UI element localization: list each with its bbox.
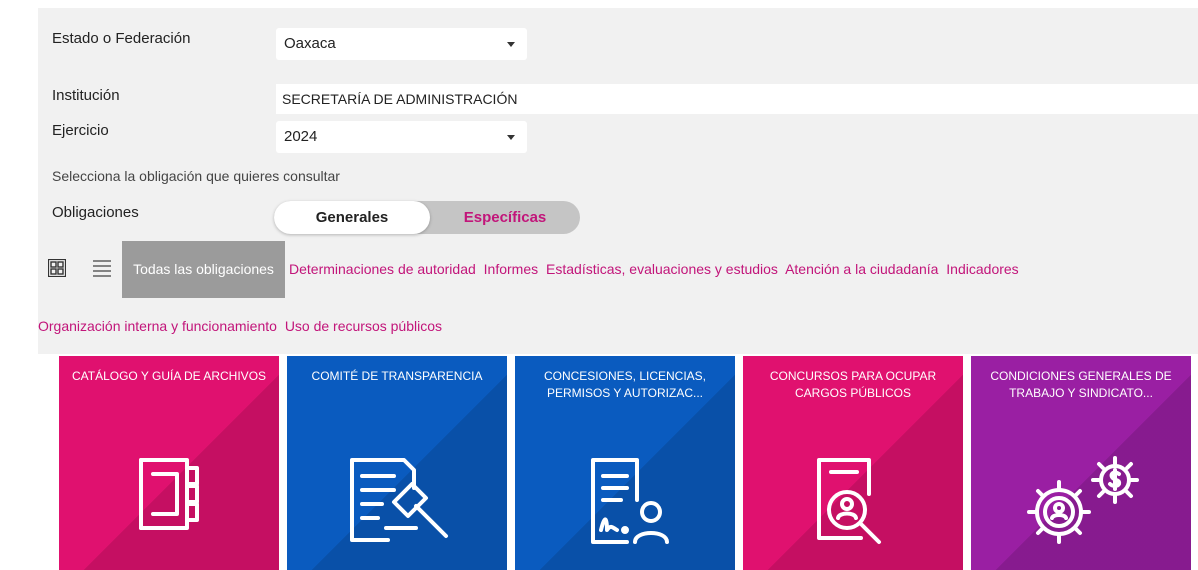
obligation-card[interactable]: CATÁLOGO Y GUÍA DE ARCHIVOS bbox=[59, 356, 279, 570]
obligation-card[interactable]: CONCESIONES, LICENCIAS, PERMISOS Y AUTOR… bbox=[515, 356, 735, 570]
card-title: CONCESIONES, LICENCIAS, PERMISOS Y AUTOR… bbox=[543, 369, 707, 400]
institucion-value: SECRETARÍA DE ADMINISTRACIÓN bbox=[282, 91, 518, 107]
category-tabs-row2: Organización interna y funcionamiento Us… bbox=[38, 318, 446, 334]
obligation-card[interactable]: CONDICIONES GENERALES DE TRABAJO Y SINDI… bbox=[971, 356, 1191, 570]
tab-uso-recursos[interactable]: Uso de recursos públicos bbox=[285, 318, 442, 334]
toggle-generales[interactable]: Generales bbox=[274, 201, 430, 234]
list-view-icon[interactable] bbox=[93, 259, 111, 277]
ejercicio-select[interactable]: 2024 bbox=[276, 121, 527, 153]
document-signature-user-icon bbox=[591, 458, 669, 544]
institucion-label: Institución bbox=[52, 87, 120, 104]
card-title: CATÁLOGO Y GUÍA DE ARCHIVOS bbox=[71, 369, 267, 383]
tab-organizacion-interna[interactable]: Organización interna y funcionamiento bbox=[38, 318, 277, 334]
instruction-text: Selecciona la obligación que quieres con… bbox=[52, 168, 340, 184]
estado-select[interactable]: Oaxaca bbox=[276, 28, 527, 60]
document-gavel-icon bbox=[350, 458, 448, 542]
obligation-card[interactable]: CONCURSOS PARA OCUPAR CARGOS PÚBLICOS bbox=[743, 356, 963, 570]
card-title: COMITÉ DE TRANSPARENCIA bbox=[311, 369, 483, 383]
tab-determinaciones[interactable]: Determinaciones de autoridad bbox=[289, 261, 476, 277]
card-title: CONCURSOS PARA OCUPAR CARGOS PÚBLICOS bbox=[769, 369, 937, 400]
tab-todas-las-obligaciones[interactable]: Todas las obligaciones bbox=[122, 241, 285, 298]
institucion-field[interactable]: SECRETARÍA DE ADMINISTRACIÓN bbox=[276, 84, 1198, 114]
chevron-down-icon bbox=[507, 135, 515, 140]
obligaciones-toggle[interactable]: Generales Específicas bbox=[274, 201, 580, 234]
toggle-especificas[interactable]: Específicas bbox=[430, 201, 580, 234]
obligaciones-label: Obligaciones bbox=[52, 204, 139, 221]
tab-atencion-ciudadania[interactable]: Atención a la ciudadanía bbox=[785, 261, 938, 277]
card-title: CONDICIONES GENERALES DE TRABAJO Y SINDI… bbox=[990, 369, 1172, 400]
gears-money-icon bbox=[1027, 456, 1139, 544]
estado-label: Estado o Federación bbox=[52, 30, 191, 47]
document-search-user-icon bbox=[817, 458, 881, 544]
tab-estadisticas[interactable]: Estadísticas, evaluaciones y estudios bbox=[546, 261, 778, 277]
tab-informes[interactable]: Informes bbox=[484, 261, 538, 277]
obligation-card[interactable]: COMITÉ DE TRANSPARENCIA bbox=[287, 356, 507, 570]
category-tabs-row1: Determinaciones de autoridad Informes Es… bbox=[289, 261, 1023, 277]
tab-indicadores[interactable]: Indicadores bbox=[946, 261, 1018, 277]
binder-icon bbox=[139, 458, 199, 530]
grid-view-icon[interactable] bbox=[48, 259, 66, 277]
ejercicio-label: Ejercicio bbox=[52, 122, 109, 139]
estado-value: Oaxaca bbox=[284, 35, 336, 52]
chevron-down-icon bbox=[507, 42, 515, 47]
ejercicio-value: 2024 bbox=[284, 128, 318, 145]
